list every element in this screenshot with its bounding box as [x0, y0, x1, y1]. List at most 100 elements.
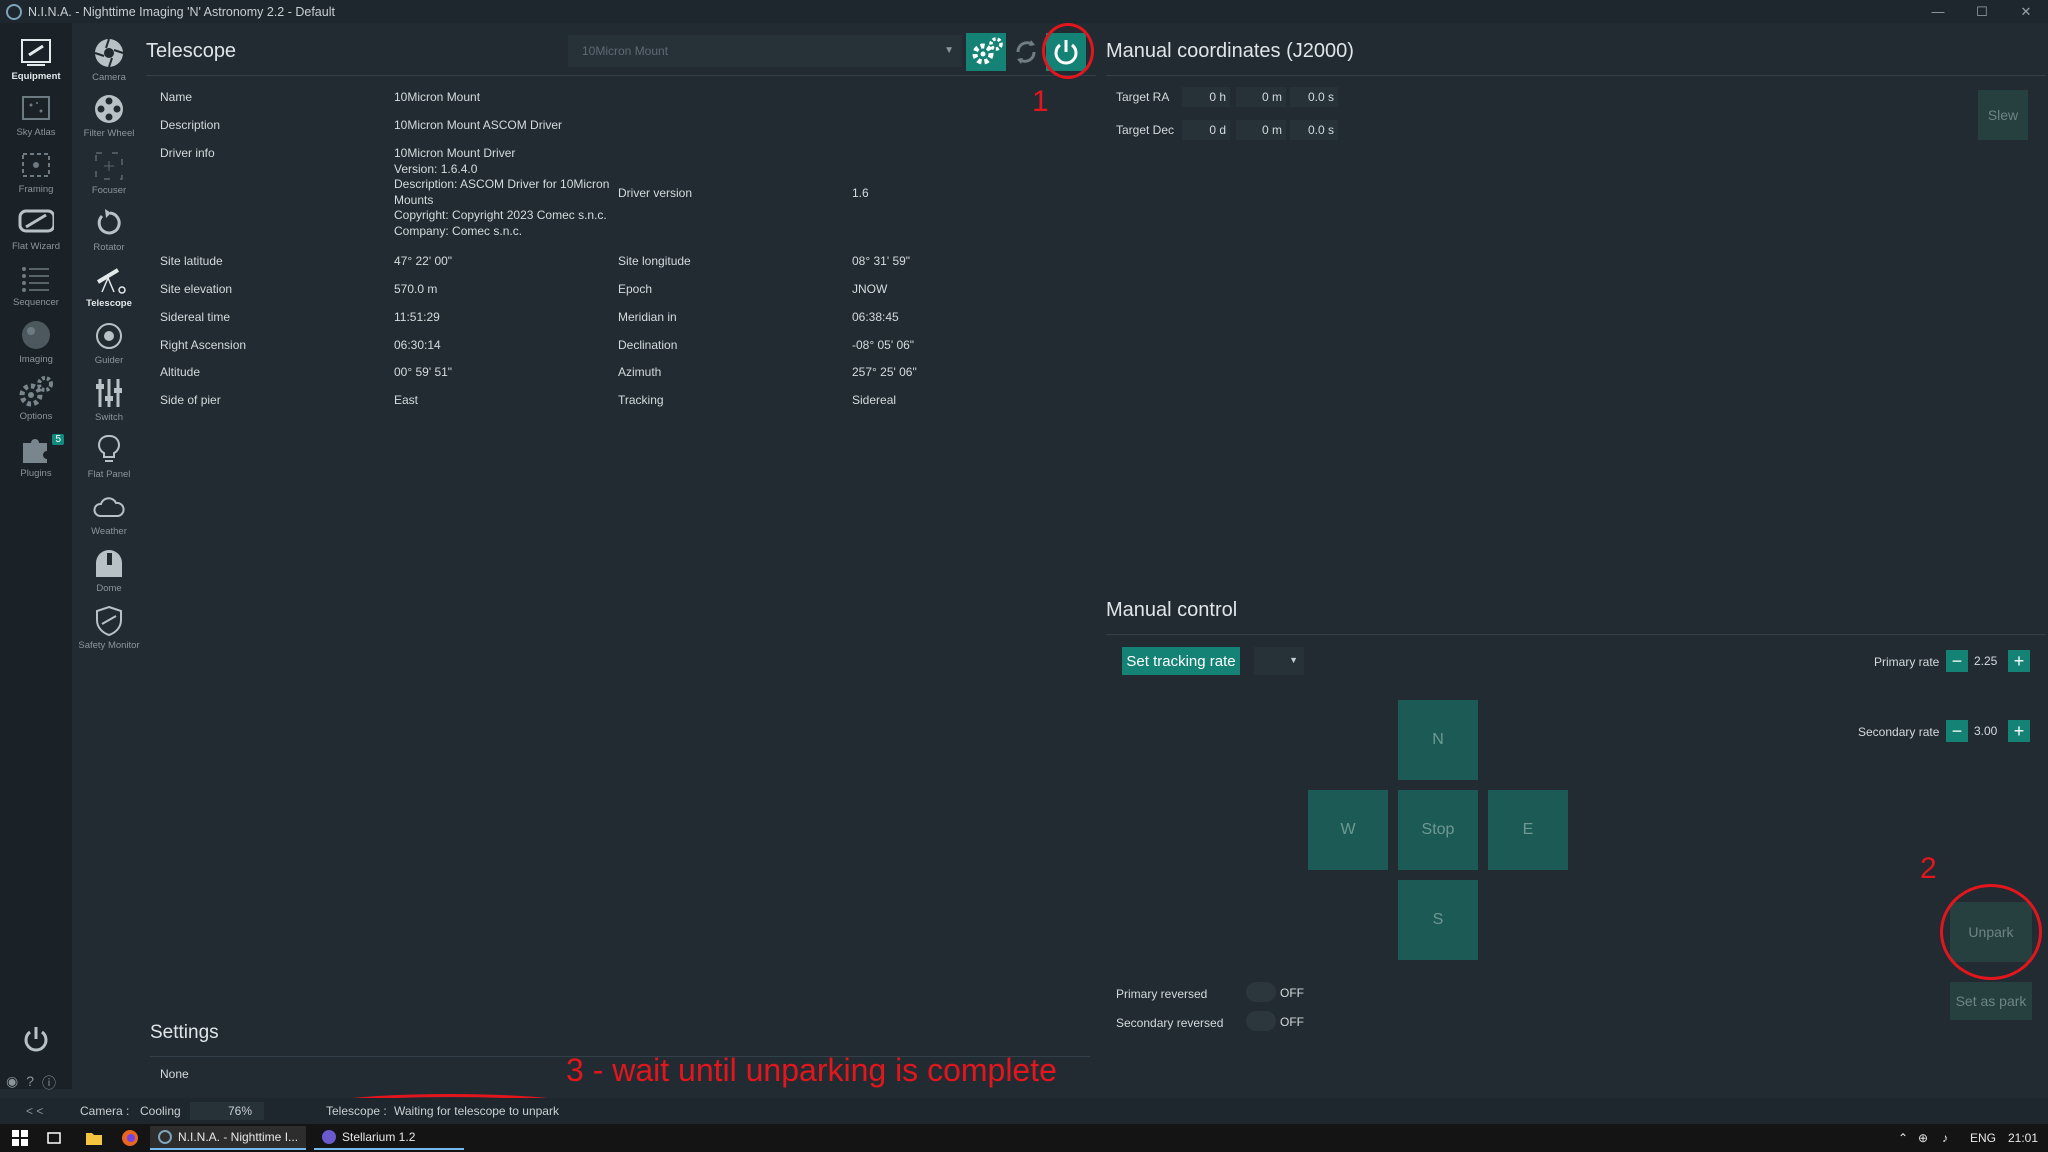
minimize-button[interactable]: —	[1916, 0, 1960, 23]
tab-camera[interactable]: Camera	[76, 35, 142, 91]
folder-icon	[86, 1133, 102, 1145]
sidereal-time-value: 11:51:29	[394, 310, 440, 324]
device-dropdown[interactable]: 10Micron Mount ▼	[568, 35, 962, 67]
clock[interactable]: 21:01	[2008, 1126, 2038, 1150]
annotation-circle-unpark	[1940, 884, 2042, 980]
meridian-value: 06:38:45	[852, 310, 899, 324]
start-button[interactable]	[6, 1126, 34, 1150]
target-ra-hours[interactable]: 0 h	[1182, 87, 1230, 107]
taskbar-item-nina[interactable]: N.I.N.A. - Nighttime I...	[150, 1126, 306, 1150]
tab-guider[interactable]: Guider	[76, 318, 142, 374]
move-west-button[interactable]: W	[1308, 790, 1388, 870]
chevron-down-icon: ▼	[944, 45, 954, 56]
primary-reversed-toggle[interactable]	[1246, 982, 1276, 1002]
name-label: Name	[160, 90, 193, 104]
settings-title: Settings	[150, 1022, 219, 1043]
primary-reversed-label: Primary reversed	[1116, 987, 1208, 1001]
tray-chevron-icon[interactable]: ⌃	[1898, 1126, 1912, 1150]
power-icon	[24, 1027, 48, 1052]
sidebar-item-plugins[interactable]: 5 Plugins	[0, 432, 72, 488]
driver-version-value: 1.6	[852, 186, 869, 200]
switch-icon	[91, 375, 127, 411]
site-longitude-value: 08° 31' 59"	[852, 254, 911, 268]
target-dec-seconds[interactable]: 0.0 s	[1290, 120, 1338, 140]
help-icon[interactable]: ?	[26, 1073, 34, 1093]
sidebar-item-equipment[interactable]: Equipment	[0, 35, 72, 91]
tab-filter-wheel[interactable]: Filter Wheel	[76, 91, 142, 147]
maximize-button[interactable]: ☐	[1960, 0, 2004, 23]
sidebar-item-flat-wizard[interactable]: Flat Wizard	[0, 205, 72, 261]
secondary-rate-value[interactable]: 3.00	[1974, 724, 1997, 738]
tracking-label: Tracking	[618, 393, 664, 407]
primary-rate-label: Primary rate	[1874, 655, 1940, 669]
target-ra-minutes[interactable]: 0 m	[1236, 87, 1286, 107]
language-indicator[interactable]: ENG	[1970, 1126, 1996, 1150]
telescope-divider	[146, 75, 1096, 76]
firefox-button[interactable]	[118, 1126, 142, 1150]
gear-icon	[18, 375, 54, 409]
tab-switch[interactable]: Switch	[76, 375, 142, 431]
sidebar-item-imaging[interactable]: Imaging	[0, 318, 72, 374]
tab-dome[interactable]: Dome	[76, 546, 142, 602]
power-button[interactable]	[20, 1023, 52, 1055]
file-explorer-button[interactable]	[82, 1126, 106, 1150]
rescan-button[interactable]	[1006, 33, 1046, 71]
manual-control-title: Manual control	[1106, 599, 1238, 621]
target-dec-degrees[interactable]: 0 d	[1182, 120, 1230, 140]
driver-info-value: 10Micron Mount Driver Version: 1.6.4.0 D…	[394, 146, 610, 238]
target-dec-minutes[interactable]: 0 m	[1236, 120, 1286, 140]
tracking-rate-dropdown[interactable]: ▼	[1254, 647, 1304, 675]
tab-weather[interactable]: Weather	[76, 489, 142, 545]
volume-icon[interactable]: ♪	[1942, 1126, 1960, 1150]
task-view-button[interactable]	[42, 1126, 66, 1150]
tab-focuser[interactable]: Focuser	[76, 148, 142, 204]
manual-control-divider	[1106, 634, 2046, 635]
site-latitude-value: 47° 22' 00"	[394, 254, 453, 268]
info-icon[interactable]: ⓘ	[42, 1073, 56, 1093]
sidebar-item-framing[interactable]: Framing	[0, 148, 72, 204]
azimuth-value: 257° 25' 06"	[852, 365, 917, 379]
taskbar: N.I.N.A. - Nighttime I... Stellarium 1.2…	[0, 1124, 2048, 1152]
move-south-button[interactable]: S	[1398, 880, 1478, 960]
side-of-pier-value: East	[394, 393, 419, 407]
sidebar-item-sequencer[interactable]: Sequencer	[0, 261, 72, 317]
set-as-park-button[interactable]: Set as park	[1950, 982, 2032, 1020]
close-button[interactable]: ✕	[2004, 0, 2048, 23]
stop-button[interactable]: Stop	[1398, 790, 1478, 870]
primary-rate-value[interactable]: 2.25	[1974, 654, 1997, 668]
primary-rate-increase-button[interactable]: +	[2008, 650, 2030, 672]
network-icon[interactable]: ⊕	[1918, 1126, 1936, 1150]
sidebar-item-sky-atlas[interactable]: Sky Atlas	[0, 91, 72, 147]
sidebar-item-options[interactable]: Options	[0, 375, 72, 431]
set-tracking-rate-button[interactable]: Set tracking rate	[1122, 647, 1240, 675]
move-east-button[interactable]: E	[1488, 790, 1568, 870]
taskbar-item-stellarium[interactable]: Stellarium 1.2	[314, 1126, 464, 1150]
slew-button[interactable]: Slew	[1978, 90, 2028, 140]
nina-taskbar-icon	[158, 1130, 172, 1144]
sky-atlas-icon	[18, 91, 54, 125]
eye-icon[interactable]: ◉	[6, 1073, 18, 1093]
shield-icon	[91, 603, 127, 639]
nina-logo-icon	[6, 3, 22, 20]
target-ra-seconds[interactable]: 0.0 s	[1290, 87, 1338, 107]
secondary-rate-decrease-button[interactable]: −	[1946, 720, 1968, 742]
setup-button[interactable]	[966, 33, 1006, 71]
target-ra-label: Target RA	[1116, 90, 1170, 104]
secondary-rate-increase-button[interactable]: +	[2008, 720, 2030, 742]
tab-telescope[interactable]: Telescope	[76, 261, 142, 317]
secondary-reversed-toggle[interactable]	[1246, 1011, 1276, 1031]
ra-label: Right Ascension	[160, 338, 247, 352]
tab-safety-monitor[interactable]: Safety Monitor	[76, 603, 142, 659]
camera-icon	[91, 35, 127, 71]
sidereal-time-label: Sidereal time	[160, 310, 231, 324]
tab-flat-panel[interactable]: Flat Panel	[76, 432, 142, 488]
telescope-icon	[91, 261, 127, 297]
azimuth-label: Azimuth	[618, 365, 662, 379]
cloud-icon	[91, 489, 127, 525]
move-north-button[interactable]: N	[1398, 700, 1478, 780]
collapse-button[interactable]: < <	[26, 1104, 43, 1118]
description-value: 10Micron Mount ASCOM Driver	[394, 118, 563, 132]
primary-rate-decrease-button[interactable]: −	[1946, 650, 1968, 672]
tab-rotator[interactable]: Rotator	[76, 205, 142, 261]
primary-reversed-state: OFF	[1280, 986, 1304, 1000]
